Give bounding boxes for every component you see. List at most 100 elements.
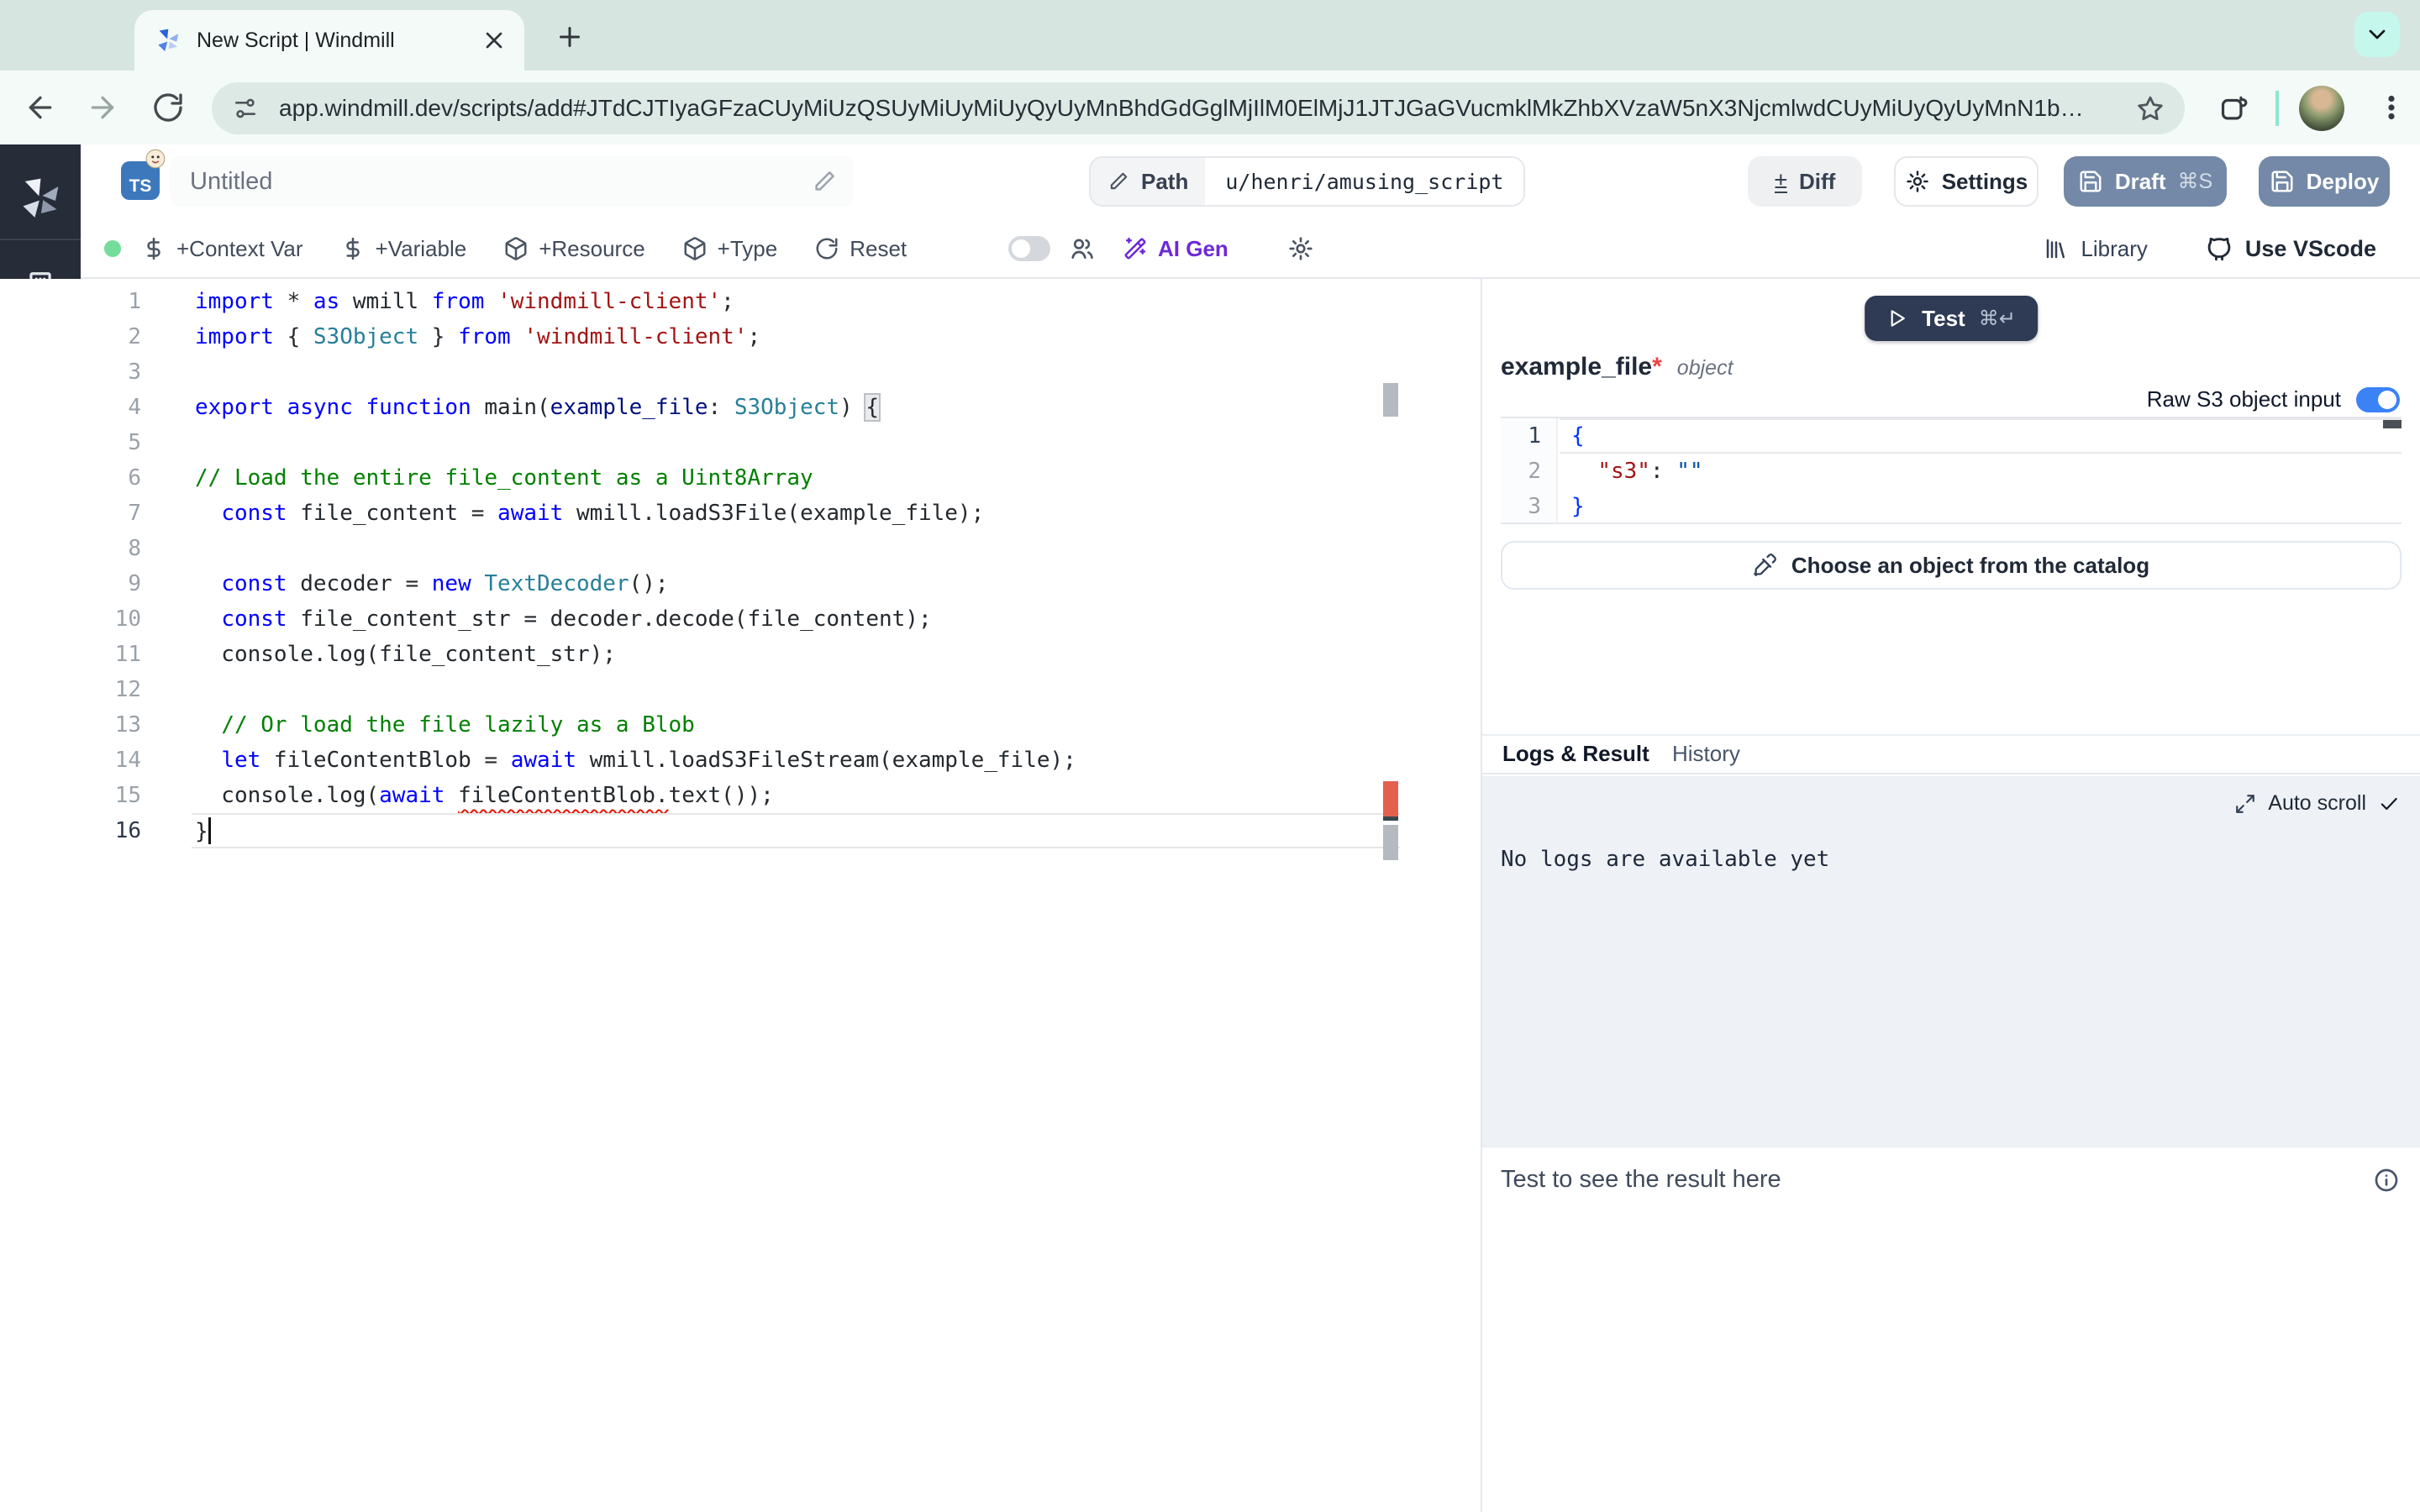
editor-settings-icon[interactable]: [1287, 235, 1314, 262]
result-placeholder: Test to see the result here: [1501, 1166, 1781, 1194]
windmill-logo[interactable]: [17, 175, 64, 222]
check-icon[interactable]: [2378, 793, 2400, 815]
draft-label: Draft: [2115, 169, 2166, 195]
reload-button[interactable]: [151, 91, 185, 124]
code-editor[interactable]: 1import * as wmill from 'windmill-client…: [0, 279, 1400, 1512]
sidebar-divider: [0, 239, 81, 240]
chevron-down-icon: [2364, 21, 2391, 48]
scrollbar-thumb[interactable]: [1383, 825, 1398, 860]
json-arg-editor[interactable]: 1{2 "s3": ""3}: [1501, 417, 2402, 524]
toolbar-toggle[interactable]: [1008, 236, 1050, 261]
ai-gen-label: AI Gen: [1158, 236, 1228, 262]
url-text[interactable]: app.windmill.dev/scripts/add#JTdCJTIyaGF…: [279, 95, 2136, 122]
tab-search-button[interactable]: [2354, 12, 2400, 57]
path-value: u/henri/amusing_script: [1205, 158, 1523, 205]
package-icon: [682, 236, 708, 261]
code-line: 8: [81, 531, 1076, 566]
windmill-app-window: New Script | Windmill app.windmill.dev/s…: [0, 0, 2420, 1512]
forward-button[interactable]: [86, 91, 119, 124]
code-line: 10 const file_content_str = decoder.deco…: [81, 601, 1076, 637]
settings-label: Settings: [1942, 169, 2028, 195]
status-dot: [104, 240, 121, 257]
code-line: 5: [81, 425, 1076, 460]
toolbar-items: +Context Var +Variable +Resource +Type Reset: [141, 236, 907, 262]
site-settings-icon[interactable]: [232, 95, 259, 122]
code-line: 1import * as wmill from 'windmill-client…: [81, 284, 1076, 319]
code-line: 3: [81, 354, 1076, 390]
add-variable-button[interactable]: +Variable: [340, 236, 467, 262]
library-icon: [2044, 236, 2069, 261]
toolbar-separator: [2275, 91, 2279, 126]
wand-icon: [1123, 236, 1148, 261]
add-resource-button[interactable]: +Resource: [503, 236, 644, 262]
bookmark-icon[interactable]: [2136, 94, 2165, 123]
windmill-favicon: [155, 27, 182, 54]
refresh-icon: [814, 236, 839, 261]
logs-panel: Auto scroll No logs are available yet: [1482, 776, 2420, 1146]
settings-button[interactable]: Settings: [1894, 156, 2039, 207]
back-button[interactable]: [24, 91, 57, 124]
script-title-value: Untitled: [190, 168, 812, 196]
browser-menu-icon[interactable]: [2376, 91, 2407, 124]
json-scrollbar[interactable]: [2383, 420, 2402, 428]
url-bar[interactable]: app.windmill.dev/scripts/add#JTdCJTIyaGF…: [212, 82, 2185, 134]
multiplayer-icon[interactable]: [1069, 235, 1096, 262]
script-title-input[interactable]: Untitled: [170, 156, 854, 207]
eyedropper-icon: [1753, 554, 1776, 577]
reset-button[interactable]: Reset: [814, 236, 907, 262]
code-line: 11 console.log(file_content_str);: [81, 637, 1076, 672]
github-cat-icon: [2205, 234, 2233, 263]
cursor-marker: [1383, 816, 1398, 821]
raw-s3-toggle-label: Raw S3 object input: [2147, 386, 2341, 412]
tab-title: New Script | Windmill: [197, 29, 481, 53]
path-chip[interactable]: Path u/henri/amusing_script: [1089, 156, 1525, 207]
diff-button[interactable]: ± Diff: [1748, 156, 1862, 207]
new-tab-button[interactable]: [555, 22, 585, 52]
ai-gen-button[interactable]: AI Gen: [1123, 236, 1228, 262]
edit-title-icon[interactable]: [812, 169, 837, 194]
json-line: 3}: [1501, 489, 2402, 524]
test-label: Test: [1922, 306, 1965, 332]
choose-object-label: Choose an object from the catalog: [1791, 553, 2149, 579]
editor-overview-ruler[interactable]: [1383, 279, 1398, 1512]
editor-toolbar: +Context Var +Variable +Resource +Type Reset…: [81, 220, 2420, 279]
path-label: Path: [1141, 169, 1188, 195]
save-icon: [2078, 169, 2103, 194]
info-icon[interactable]: [2373, 1167, 2400, 1194]
browser-tab[interactable]: New Script | Windmill: [134, 10, 524, 71]
text-cursor: [208, 817, 211, 844]
use-vscode-button[interactable]: Use VScode: [2205, 234, 2376, 263]
param-type: object: [1677, 356, 1733, 381]
autoscroll-control[interactable]: Auto scroll: [2234, 791, 2400, 816]
library-button[interactable]: Library: [2044, 236, 2147, 262]
deploy-label: Deploy: [2307, 169, 2380, 195]
result-tabs: Logs & Result History: [1482, 734, 2420, 774]
edit-path-icon: [1107, 171, 1129, 192]
package-icon: [503, 236, 529, 261]
tab-history[interactable]: History: [1672, 741, 1740, 767]
scrollbar-thumb[interactable]: [1383, 383, 1398, 417]
add-context-var-button[interactable]: +Context Var: [141, 236, 303, 262]
code-line: 9 const decoder = new TextDecoder();: [81, 566, 1076, 601]
test-panel: Test ⌘↵ example_file * object Raw S3 obj…: [1482, 279, 2420, 1512]
result-area: Test to see the result here: [1482, 1146, 2420, 1512]
test-button[interactable]: Test ⌘↵: [1865, 296, 2038, 341]
browser-tabstrip: New Script | Windmill: [0, 0, 2420, 71]
json-line: 2 "s3": "": [1501, 454, 2402, 489]
profile-avatar[interactable]: [2299, 86, 2344, 131]
code-lines: 1import * as wmill from 'windmill-client…: [81, 284, 1076, 848]
expand-icon[interactable]: [2234, 793, 2256, 815]
draft-shortcut: ⌘S: [2177, 169, 2212, 194]
deploy-button[interactable]: Deploy: [2259, 156, 2390, 207]
extensions-icon[interactable]: [2218, 92, 2250, 124]
save-icon: [2270, 169, 2295, 194]
code-line: 2import { S3Object } from 'windmill-clie…: [81, 319, 1076, 354]
test-shortcut: ⌘↵: [1979, 307, 2016, 331]
raw-s3-toggle[interactable]: [2356, 387, 2400, 412]
raw-s3-toggle-row: Raw S3 object input: [2147, 386, 2400, 412]
choose-object-button[interactable]: Choose an object from the catalog: [1501, 541, 2402, 590]
code-line: 7 const file_content = await wmill.loadS…: [81, 496, 1076, 531]
draft-button[interactable]: Draft ⌘S: [2064, 156, 2227, 207]
tab-close-icon[interactable]: [481, 27, 508, 54]
add-type-button[interactable]: +Type: [682, 236, 778, 262]
